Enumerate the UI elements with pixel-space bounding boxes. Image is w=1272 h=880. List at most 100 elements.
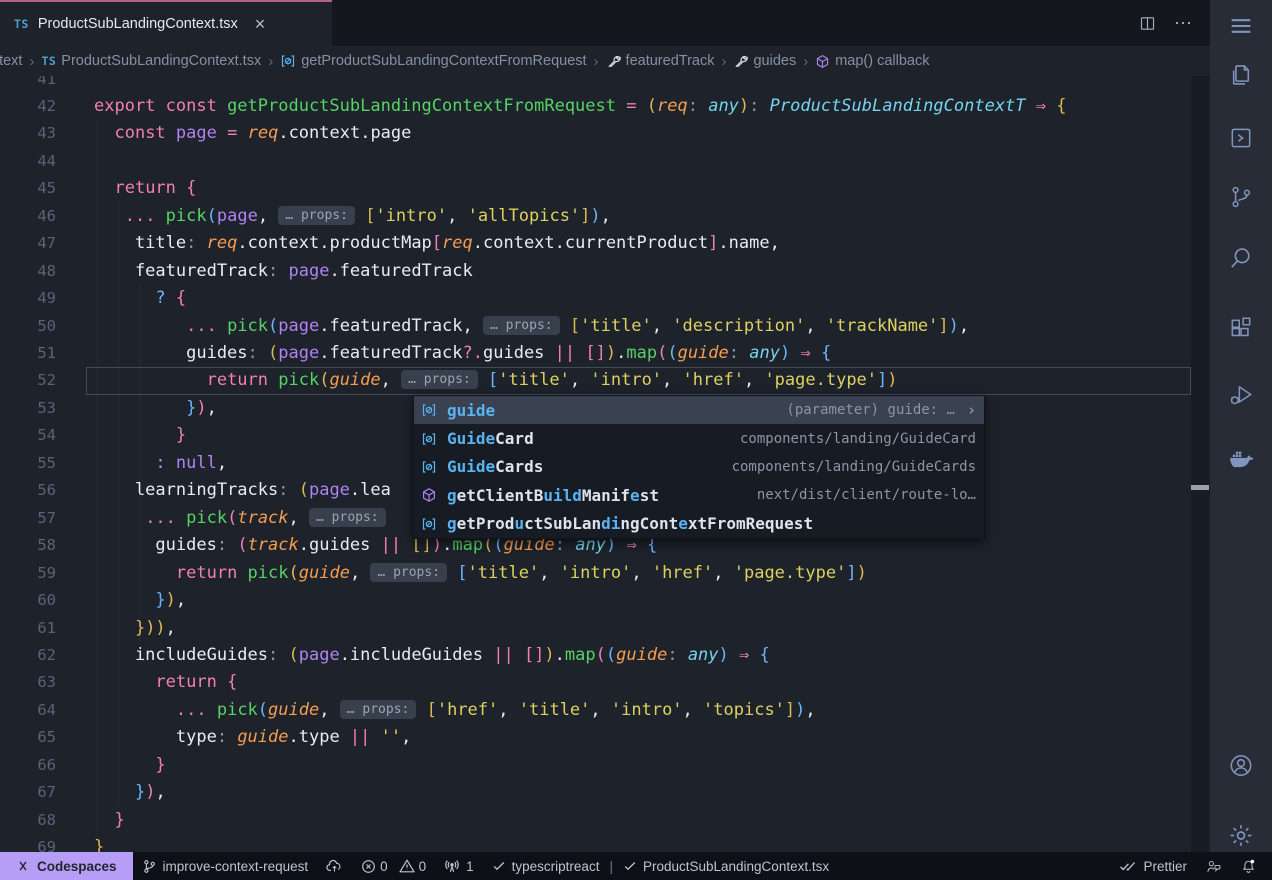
code-line-42[interactable]: 42export const getProductSubLandingConte… [0,93,1191,120]
breadcrumb-item-featuredtrack[interactable]: featuredTrack [606,53,715,69]
code-line-47[interactable]: 47 title: req.context.productMap[req.con… [0,230,1191,257]
line-number: 66 [0,752,56,779]
close-tab-icon[interactable]: × [255,15,266,33]
inlay-hint-props: … props: [401,370,478,389]
breadcrumb-item-context[interactable]: ntext [0,53,22,69]
suggestion-label: getClientBuildManifest [447,486,659,505]
warnings-icon [399,858,415,874]
line-number: 68 [0,807,56,834]
breadcrumb-item-file[interactable]: TS ProductSubLandingContext.tsx [41,53,261,69]
code-line-50[interactable]: 50 ... pick(page.featuredTrack, … props:… [0,313,1191,340]
more-actions-icon[interactable]: ⋯ [1174,13,1194,34]
suggestion-label: getProductSubLandingContextFromRequest [447,514,813,533]
suggestion-detail: components/landing/GuideCard [740,431,976,447]
extensions-icon[interactable] [1228,315,1254,341]
line-number: 44 [0,148,56,175]
line-number: 53 [0,395,56,422]
language-mode-item[interactable]: typescriptreact | ProductSubLandingConte… [483,852,838,880]
code-line-67[interactable]: 67 }), [0,779,1191,806]
line-number: 62 [0,642,56,669]
suggestion-item-4[interactable]: getProductSubLandingContextFromRequest [414,510,984,538]
code-line-52[interactable]: 52 return pick(guide, … props: ['title',… [0,367,1191,394]
inlay-hint-props: … props: [309,508,386,527]
code-line-65[interactable]: 65 type: guide.type || '', [0,724,1191,751]
line-number: 64 [0,697,56,724]
code-line-62[interactable]: 62 includeGuides: (page.includeGuides ||… [0,642,1191,669]
code-line-44[interactable]: 44 [0,148,1191,175]
editor-scrollbar[interactable] [1191,76,1210,852]
remote-indicator-codespaces[interactable]: Codespaces [0,852,133,880]
line-number: 57 [0,505,56,532]
git-branch-item[interactable]: improve-context-request [133,852,318,880]
line-number: 67 [0,779,56,806]
check-icon [492,859,506,873]
code-line-68[interactable]: 68 } [0,807,1191,834]
tab-productsublandingcontext[interactable]: TS ProductSubLandingContext.tsx × [0,0,332,46]
publish-sync-button[interactable] [317,852,352,880]
search-icon[interactable] [1228,245,1254,271]
line-number: 43 [0,120,56,147]
symbol-variable-icon [421,459,439,475]
suggestion-detail: components/landing/GuideCards [732,459,976,475]
code-line-51[interactable]: 51 guides: (page.featuredTrack?.guides |… [0,340,1191,367]
symbol-variable-icon [421,431,439,447]
code-line-59[interactable]: 59 return pick(guide, … props: ['title',… [0,560,1191,587]
feedback-icon[interactable] [1196,852,1231,880]
symbol-variable-icon [421,402,439,418]
radio-tower-icon [444,858,460,874]
intellisense-suggest-widget: guide(parameter) guide: …›GuideCardcompo… [413,395,985,539]
settings-gear-icon[interactable] [1228,822,1255,849]
code-line-63[interactable]: 63 return { [0,669,1191,696]
line-number: 56 [0,477,56,504]
breadcrumb-separator: › [29,53,34,70]
inlay-hint-props: … props: [340,700,417,719]
line-number: 54 [0,422,56,449]
breadcrumb-item-map-callback[interactable]: map() callback [815,53,929,69]
line-number: 46 [0,203,56,230]
ports-item[interactable]: 1 [435,852,483,880]
docker-icon[interactable] [1227,445,1255,473]
suggestion-item-1[interactable]: GuideCardcomponents/landing/GuideCard [414,424,984,452]
line-number: 52 [0,367,56,394]
line-number: 69 [0,834,56,852]
code-line-61[interactable]: 61 })), [0,615,1191,642]
scrollbar-thumb[interactable] [1191,485,1209,490]
formatter-prettier-item[interactable]: Prettier [1110,852,1196,880]
code-line-41[interactable]: 41 [0,76,1191,93]
breadcrumb-item-function[interactable]: getProductSubLandingContextFromRequest [280,53,586,69]
split-editor-icon[interactable] [1139,15,1156,32]
code-line-48[interactable]: 48 featuredTrack: page.featuredTrack [0,258,1191,285]
suggestion-item-3[interactable]: getClientBuildManifestnext/dist/client/r… [414,481,984,509]
code-line-45[interactable]: 45 return { [0,175,1191,202]
explorer-icon[interactable] [1228,62,1255,89]
line-number: 55 [0,450,56,477]
line-number: 65 [0,724,56,751]
line-number: 51 [0,340,56,367]
code-editor[interactable]: 4142export const getProductSubLandingCon… [0,76,1210,852]
suggestion-item-2[interactable]: GuideCardscomponents/landing/GuideCards [414,453,984,481]
suggestion-item-0[interactable]: guide(parameter) guide: …› [414,396,984,424]
code-line-69[interactable]: 69} [0,834,1191,852]
code-line-46[interactable]: 46 ... pick(page, … props: ['intro', 'al… [0,203,1191,230]
source-control-icon[interactable] [1228,184,1254,210]
line-number: 63 [0,669,56,696]
code-line-60[interactable]: 60 }), [0,587,1191,614]
code-line-66[interactable]: 66 } [0,752,1191,779]
terminal-icon[interactable] [1228,125,1254,151]
tab-bar: TS ProductSubLandingContext.tsx × ⋯ [0,0,1210,46]
code-line-64[interactable]: 64 ... pick(guide, … props: ['href', 'ti… [0,697,1191,724]
symbol-cube-icon [815,54,830,69]
breadcrumb-item-guides[interactable]: guides [733,53,796,69]
remote-icon [16,859,30,873]
problems-item[interactable]: 0 0 [352,852,435,880]
suggestion-readmore-chevron[interactable]: › [967,401,976,419]
code-line-49[interactable]: 49 ? { [0,285,1191,312]
notifications-bell-icon[interactable] [1231,852,1266,880]
symbol-variable-icon [280,53,296,69]
menu-icon[interactable] [1227,12,1255,40]
account-icon[interactable] [1228,752,1255,779]
suggestion-detail: (parameter) guide: … [786,402,955,418]
run-debug-icon[interactable] [1228,382,1254,408]
line-number: 48 [0,258,56,285]
code-line-43[interactable]: 43 const page = req.context.page [0,120,1191,147]
